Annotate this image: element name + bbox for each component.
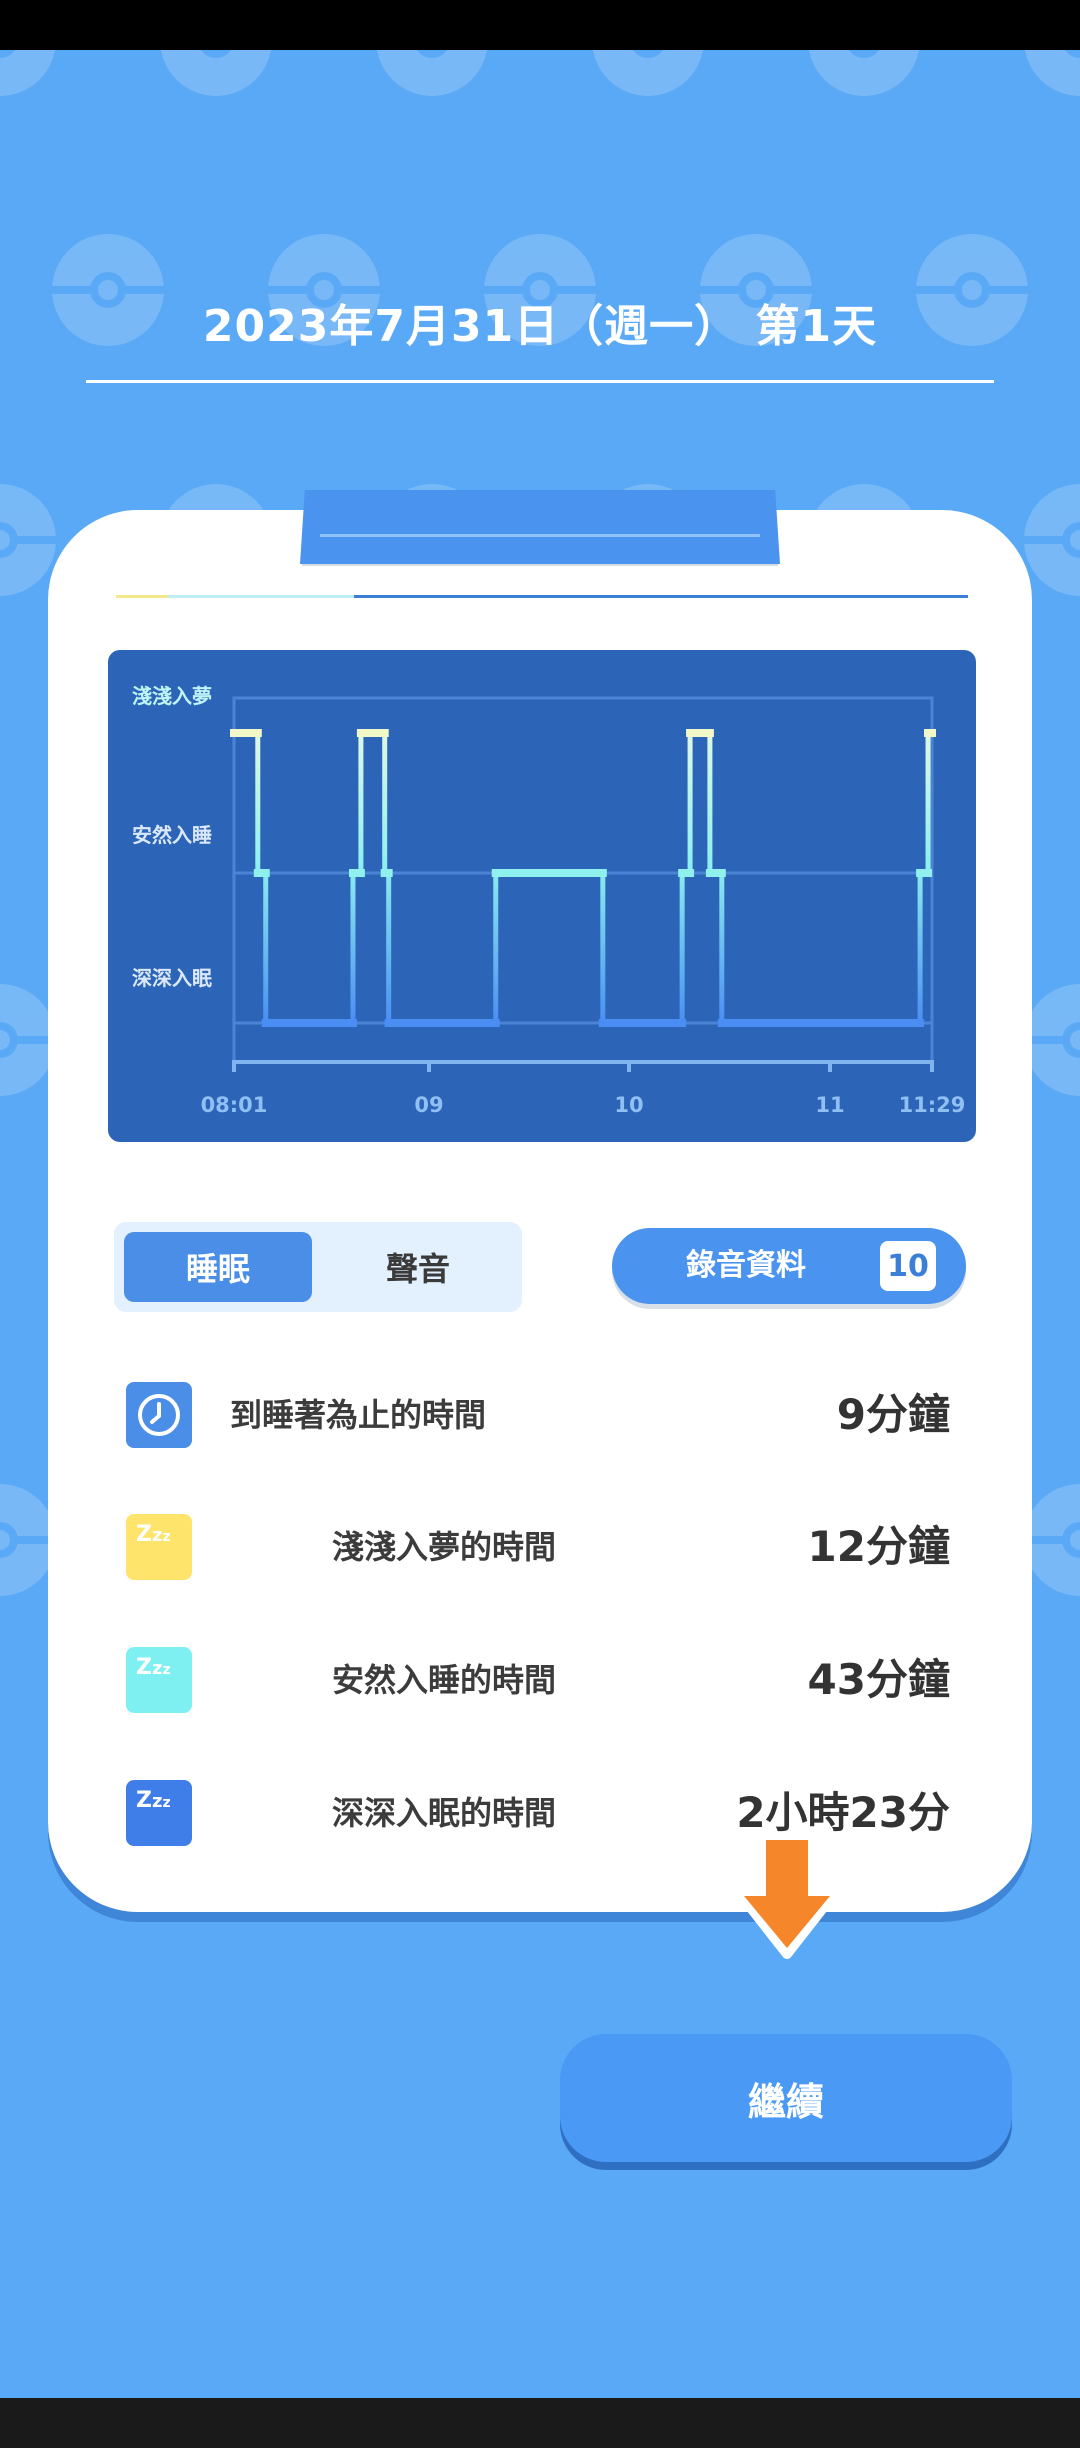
- arrow-down-icon: [735, 1833, 839, 1959]
- title-underline: [86, 380, 994, 383]
- pokeball-watermark: [1024, 484, 1080, 596]
- stat-label-deep-sleep: 深深入眠的時間: [332, 1794, 557, 1832]
- chart-y-label: 安然入睡: [132, 823, 212, 847]
- chart-x-label: 10: [614, 1093, 643, 1117]
- zzz-normal-icon: Zzz: [126, 1647, 192, 1713]
- stat-label-fall-asleep: 到睡著為止的時間: [230, 1396, 487, 1434]
- stat-row-normal-sleep: Zzz 安然入睡的時間 43分鐘: [124, 1647, 950, 1715]
- stat-row-light-sleep: Zzz 淺淺入夢的時間 12分鐘: [124, 1514, 950, 1582]
- stat-row-fall-asleep: 到睡著為止的時間 9分鐘: [124, 1382, 950, 1450]
- recording-data-label: 錄音資料: [686, 1248, 806, 1283]
- zzz-deep-icon: Zzz: [126, 1780, 192, 1846]
- stat-value-light-sleep: 12分鐘: [807, 1522, 950, 1571]
- recording-data-button[interactable]: 錄音資料 10: [612, 1228, 966, 1304]
- stat-label-light-sleep: 淺淺入夢的時間: [332, 1528, 557, 1566]
- pokeball-watermark: [0, 484, 56, 596]
- progress-segment-normal: [168, 595, 354, 598]
- pokeball-watermark: [1024, 1484, 1080, 1596]
- sleep-sound-toggle: 睡眠 聲音: [114, 1222, 522, 1312]
- navigation-bar: [0, 2398, 1080, 2448]
- pokeball-watermark: [1024, 984, 1080, 1096]
- recording-count-badge: 10: [880, 1241, 936, 1291]
- card-top-tab: [300, 490, 780, 564]
- page-title: 2023年7月31日（週一） 第1天: [202, 301, 878, 352]
- chart-x-label: 11: [815, 1093, 844, 1117]
- chart-x-label: 09: [414, 1093, 443, 1117]
- tab-sound[interactable]: 聲音: [324, 1232, 512, 1302]
- chart-x-label: 11:29: [899, 1093, 966, 1117]
- tab-sleep[interactable]: 睡眠: [124, 1232, 312, 1302]
- stat-value-fall-asleep: 9分鐘: [836, 1390, 950, 1439]
- zzz-light-icon: Zzz: [126, 1514, 192, 1580]
- sleep-chart-svg: 淺淺入夢安然入睡深深入眠 08:01 09 10 11 11:29: [132, 684, 966, 1117]
- chart-y-label: 深深入眠: [132, 966, 212, 990]
- status-bar: [0, 0, 1080, 50]
- continue-button[interactable]: 繼續: [560, 2034, 1012, 2162]
- chart-x-label: 08:01: [201, 1093, 268, 1117]
- chart-frame: [232, 696, 934, 1064]
- clock-icon: [126, 1382, 192, 1448]
- sleep-chart: 淺淺入夢安然入睡深深入眠 08:01 09 10 11 11:29: [108, 650, 976, 1142]
- stat-label-normal-sleep: 安然入睡的時間: [332, 1661, 557, 1699]
- progress-segment-light: [116, 595, 168, 598]
- chart-y-label: 淺淺入夢: [132, 684, 212, 708]
- stat-value-normal-sleep: 43分鐘: [807, 1655, 950, 1704]
